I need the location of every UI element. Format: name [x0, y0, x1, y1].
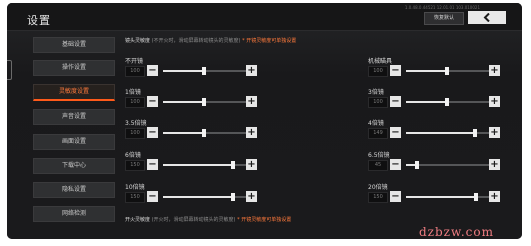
- sidebar-item[interactable]: 画面设置: [33, 134, 115, 150]
- fire-sensitivity-note: (开火时，滑动屏幕转动镜头的灵敏度): [151, 217, 236, 223]
- sidebar-item[interactable]: 声音设置: [33, 109, 115, 125]
- slider-label: 不开镜: [125, 58, 144, 65]
- increase-button[interactable]: +: [489, 159, 500, 170]
- increase-button[interactable]: +: [489, 127, 500, 138]
- decrease-button[interactable]: −: [147, 159, 158, 170]
- fire-sensitivity-title: 开火灵敏度: [125, 217, 151, 223]
- slider-fill: [406, 196, 477, 198]
- slider-fill: [163, 132, 204, 134]
- slider-handle[interactable]: [231, 161, 236, 169]
- increase-button[interactable]: +: [489, 191, 500, 202]
- increase-button[interactable]: +: [246, 191, 257, 202]
- fire-sensitivity-desc: 开火灵敏度 (开火时，滑动屏幕转动镜头的灵敏度) * 开镜灵敏度可单独设置: [125, 216, 291, 223]
- slider-label: 3.5倍镜: [125, 120, 147, 127]
- decrease-button[interactable]: −: [147, 65, 158, 76]
- slider-value[interactable]: 100: [125, 128, 145, 139]
- camera-sensitivity-title: 镜头灵敏度: [125, 38, 151, 44]
- decrease-button[interactable]: −: [390, 191, 401, 202]
- slider-fill: [163, 70, 204, 72]
- slider-track[interactable]: [406, 98, 496, 106]
- slider-value[interactable]: 100: [125, 66, 145, 77]
- slider-handle[interactable]: [473, 129, 478, 137]
- slider-track[interactable]: [163, 161, 253, 169]
- slider-fill: [163, 164, 234, 166]
- camera-sensitivity-note: (不开火时，滑动屏幕转动镜头的灵敏度): [151, 38, 241, 44]
- decrease-button[interactable]: −: [147, 127, 158, 138]
- slider-handle[interactable]: [231, 193, 236, 201]
- slider-track[interactable]: [406, 129, 496, 137]
- slider-handle[interactable]: [474, 193, 479, 201]
- slider-handle[interactable]: [201, 67, 206, 75]
- slider-track[interactable]: [163, 67, 253, 75]
- slider-track[interactable]: [163, 129, 253, 137]
- slider-handle[interactable]: [444, 98, 449, 106]
- slider-value[interactable]: 150: [368, 192, 388, 203]
- slider-label: 3倍镜: [368, 89, 384, 96]
- slider-label: 机械瞄具: [368, 58, 393, 65]
- slider-track[interactable]: [163, 98, 253, 106]
- slider-label: 6.5倍镜: [368, 152, 390, 159]
- reset-defaults-button[interactable]: 恢复默认: [424, 12, 464, 25]
- sidebar-item[interactable]: 操作设置: [33, 60, 115, 76]
- sidebar-item[interactable]: 灵敏度设置: [33, 84, 115, 101]
- decrease-button[interactable]: −: [390, 159, 401, 170]
- increase-button[interactable]: +: [489, 65, 500, 76]
- slider-value[interactable]: 100: [368, 97, 388, 108]
- slider-track[interactable]: [163, 193, 253, 201]
- slider-value[interactable]: 100: [368, 66, 388, 77]
- sidebar-item[interactable]: 网络检测: [33, 206, 115, 222]
- decrease-button[interactable]: −: [390, 127, 401, 138]
- increase-button[interactable]: +: [246, 96, 257, 107]
- slider-value[interactable]: 45: [368, 160, 388, 171]
- version-text: 1.0.48.0.44521 12.01.01 103.010021: [404, 5, 480, 10]
- decrease-button[interactable]: −: [147, 96, 158, 107]
- sidebar-item[interactable]: 基础设置: [33, 37, 115, 53]
- collapse-tab[interactable]: [7, 60, 12, 80]
- slider-label: 6倍镜: [125, 152, 141, 159]
- watermark: dzbzw.com: [419, 225, 494, 239]
- slider-label: 4倍镜: [368, 120, 384, 127]
- slider-fill: [406, 70, 447, 72]
- header-bar: 设置 1.0.48.0.44521 12.01.01 103.010021 恢复…: [7, 3, 522, 31]
- decrease-button[interactable]: −: [147, 191, 158, 202]
- slider-track[interactable]: [406, 67, 496, 75]
- decrease-button[interactable]: −: [390, 65, 401, 76]
- slider-handle[interactable]: [444, 67, 449, 75]
- back-button[interactable]: [468, 11, 506, 24]
- increase-button[interactable]: +: [246, 159, 257, 170]
- fire-sensitivity-hint: * 开镜灵敏度可单独设置: [237, 217, 292, 223]
- decrease-button[interactable]: −: [390, 96, 401, 107]
- slider-value[interactable]: 150: [125, 192, 145, 203]
- camera-sensitivity-desc: 镜头灵敏度 (不开火时，滑动屏幕转动镜头的灵敏度) * 开镜灵敏度可单独设置: [125, 37, 296, 44]
- camera-sensitivity-hint: * 开镜灵敏度可单独设置: [242, 38, 297, 44]
- increase-button[interactable]: +: [246, 65, 257, 76]
- slider-fill: [163, 101, 204, 103]
- sidebar-item[interactable]: 下载中心: [33, 158, 115, 174]
- slider-label: 1倍镜: [125, 89, 141, 96]
- slider-track[interactable]: [406, 161, 496, 169]
- sidebar-item[interactable]: 隐私设置: [33, 182, 115, 198]
- slider-fill: [163, 196, 234, 198]
- game-settings-screen: 设置 1.0.48.0.44521 12.01.01 103.010021 恢复…: [7, 3, 522, 239]
- chevron-left-icon: [483, 13, 490, 22]
- increase-button[interactable]: +: [246, 127, 257, 138]
- slider-handle[interactable]: [201, 98, 206, 106]
- slider-label: 10倍镜: [125, 184, 145, 191]
- slider-fill: [406, 132, 476, 134]
- slider-value[interactable]: 149: [368, 128, 388, 139]
- slider-value[interactable]: 150: [125, 160, 145, 171]
- slider-value[interactable]: 100: [125, 97, 145, 108]
- increase-button[interactable]: +: [489, 96, 500, 107]
- slider-handle[interactable]: [414, 161, 419, 169]
- slider-track[interactable]: [406, 193, 496, 201]
- slider-label: 20倍镜: [368, 184, 388, 191]
- slider-fill: [406, 101, 447, 103]
- page-title: 设置: [27, 14, 51, 27]
- slider-handle[interactable]: [201, 129, 206, 137]
